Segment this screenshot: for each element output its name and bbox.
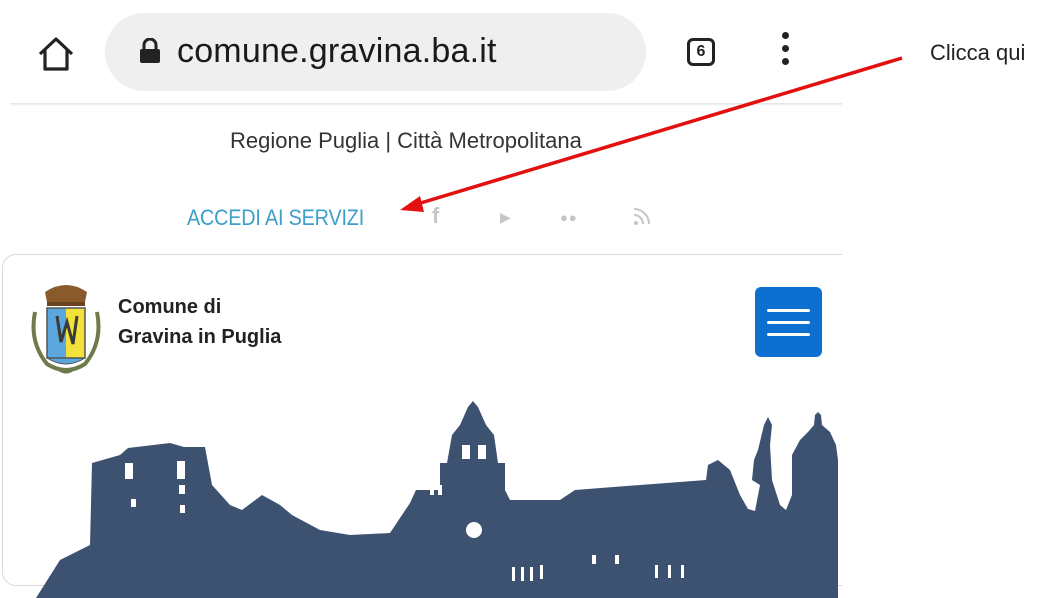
url-text[interactable]: comune.gravina.ba.it: [177, 32, 497, 71]
annotation-label: Clicca qui: [930, 40, 1026, 65]
region-text: Regione Puglia | Città Metropolitana: [230, 128, 582, 153]
accedi-servizi-link[interactable]: ACCEDI AI SERVIZI: [187, 205, 364, 231]
phone-screen: comune.gravina.ba.it 6 Regione Puglia | …: [0, 0, 842, 598]
brand-line-1[interactable]: Comune di: [118, 296, 221, 319]
menu-kebab-icon[interactable]: [780, 32, 790, 72]
town-crest-icon: [31, 285, 101, 374]
facebook-icon[interactable]: f: [432, 203, 439, 229]
tab-switcher-button[interactable]: 6: [687, 38, 715, 66]
lock-icon: [140, 38, 160, 63]
youtube-icon[interactable]: ▶: [500, 209, 511, 226]
brand-line-2[interactable]: Gravina in Puglia: [118, 326, 281, 349]
city-skyline-illustration: [36, 401, 838, 598]
home-icon[interactable]: [36, 34, 76, 74]
flickr-icon[interactable]: ●●: [560, 210, 578, 225]
hamburger-menu-button[interactable]: [755, 287, 822, 357]
rss-icon[interactable]: [633, 206, 651, 226]
toolbar-divider: [10, 103, 842, 106]
